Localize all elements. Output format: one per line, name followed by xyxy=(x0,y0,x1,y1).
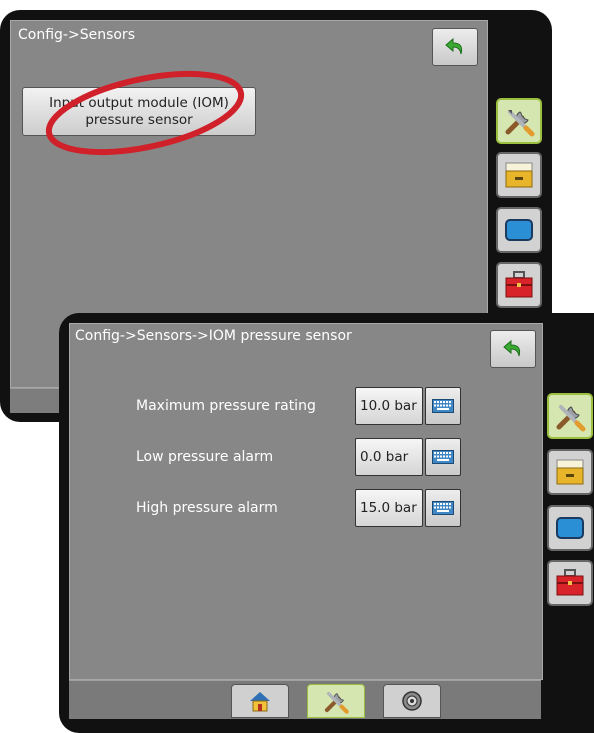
display-icon xyxy=(556,517,584,539)
page-title: Config->Sensors xyxy=(18,27,135,43)
side-tab-tools[interactable] xyxy=(547,393,593,439)
side-tab-display[interactable] xyxy=(547,505,593,551)
side-tab-jobs[interactable] xyxy=(547,449,593,495)
high-pressure-value[interactable]: 15.0 bar xyxy=(355,489,423,527)
page-title: Config->Sensors->IOM pressure sensor xyxy=(75,328,352,344)
side-tab-tools[interactable] xyxy=(496,98,542,144)
tools-icon xyxy=(324,691,349,714)
tools-icon xyxy=(505,110,535,137)
side-tab-jobs[interactable] xyxy=(496,152,542,198)
high-pressure-label: High pressure alarm xyxy=(136,500,278,516)
tools-icon xyxy=(556,405,586,432)
side-tab-display[interactable] xyxy=(496,207,542,253)
high-pressure-keyboard-button[interactable] xyxy=(425,489,461,527)
keyboard-icon xyxy=(432,501,454,515)
low-pressure-label: Low pressure alarm xyxy=(136,449,274,465)
keyboard-icon xyxy=(432,450,454,464)
keyboard-icon xyxy=(432,399,454,413)
back-button[interactable] xyxy=(432,28,478,66)
toolbox-icon xyxy=(505,271,533,298)
display-icon xyxy=(505,219,533,241)
side-tab-toolbox[interactable] xyxy=(547,560,593,606)
low-pressure-value[interactable]: 0.0 bar xyxy=(355,438,423,476)
max-pressure-keyboard-button[interactable] xyxy=(425,387,461,425)
low-pressure-keyboard-button[interactable] xyxy=(425,438,461,476)
highlight-circle xyxy=(45,70,245,156)
bottom-tab-home[interactable] xyxy=(231,684,289,718)
file-cabinet-icon xyxy=(505,162,533,188)
home-icon xyxy=(250,692,270,712)
back-button[interactable] xyxy=(490,330,536,368)
iom-pressure-sensor-screen: Config->Sensors->IOM pressure sensor Max… xyxy=(59,313,594,733)
toolbox-icon xyxy=(556,569,584,596)
side-tab-toolbox[interactable] xyxy=(496,262,542,308)
bottom-tab-bar xyxy=(69,680,541,719)
max-pressure-label: Maximum pressure rating xyxy=(136,398,316,414)
bottom-tab-gps[interactable] xyxy=(383,684,441,718)
back-arrow-icon xyxy=(503,339,521,357)
back-arrow-icon xyxy=(445,37,463,55)
gps-icon xyxy=(402,691,422,711)
max-pressure-value[interactable]: 10.0 bar xyxy=(355,387,423,425)
file-cabinet-icon xyxy=(556,459,584,485)
bottom-tab-tools[interactable] xyxy=(307,684,365,718)
